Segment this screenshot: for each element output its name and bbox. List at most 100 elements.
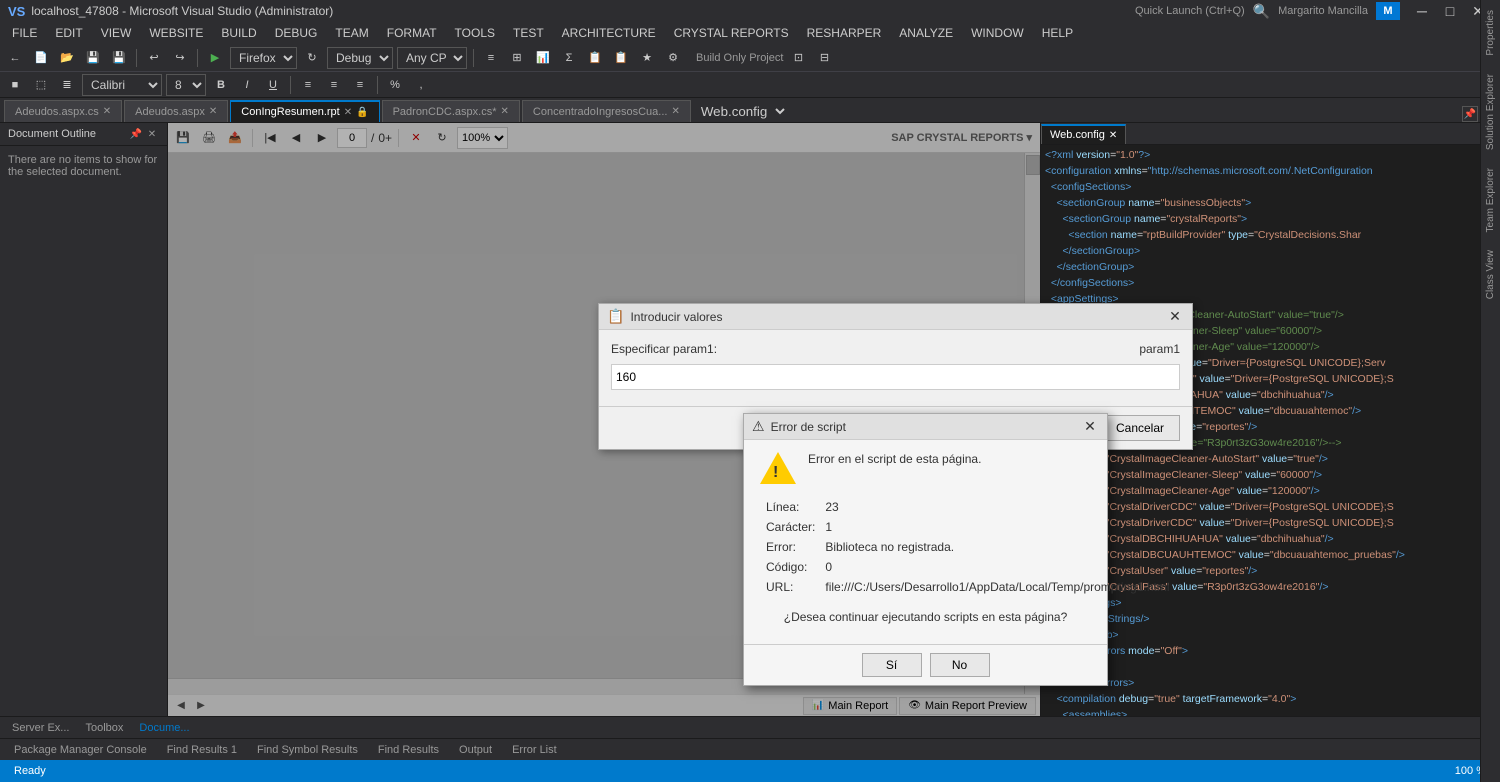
close-tab-icon[interactable]: ✕ [501, 106, 509, 117]
find-symbol-tab[interactable]: Find Symbol Results [251, 742, 364, 758]
close-tab-icon[interactable]: ✕ [671, 106, 679, 117]
dialog-error-close-btn[interactable]: ✕ [1081, 418, 1099, 436]
menu-resharper[interactable]: RESHARPER [799, 22, 890, 44]
menu-architecture[interactable]: ARCHITECTURE [554, 22, 664, 44]
tab-padroncdc[interactable]: PadronCDC.aspx.cs* ✕ [382, 100, 520, 122]
warning-icon [760, 452, 796, 484]
redo-btn[interactable]: ↪ [169, 47, 191, 69]
output-tab[interactable]: Output [453, 742, 498, 758]
toolbar-icon8[interactable]: ⚙ [662, 47, 684, 69]
panel-pin-btn[interactable]: 📌 [1462, 106, 1478, 122]
menu-website[interactable]: WEBSITE [141, 22, 211, 44]
cpu-dropdown[interactable]: Any CPU [397, 47, 467, 69]
user-avatar[interactable]: M [1376, 2, 1400, 20]
menu-crystal-reports[interactable]: CRYSTAL REPORTS [666, 22, 797, 44]
menu-edit[interactable]: EDIT [47, 22, 90, 44]
refresh-btn[interactable]: ↻ [301, 47, 323, 69]
minimize-button[interactable]: ─ [1408, 0, 1436, 22]
comma-btn[interactable]: , [410, 74, 432, 96]
menu-test[interactable]: TEST [505, 22, 552, 44]
menu-team[interactable]: TEAM [327, 22, 376, 44]
no-button[interactable]: No [930, 653, 990, 677]
bold-btn[interactable]: B [210, 74, 232, 96]
status-text[interactable]: Ready [8, 765, 52, 777]
webconfig-tab-close[interactable]: ✕ [1109, 130, 1117, 141]
param-input[interactable] [611, 364, 1180, 390]
back-btn[interactable]: ← [4, 47, 26, 69]
size-dropdown[interactable]: 8 [166, 74, 206, 96]
browser-dropdown[interactable]: Firefox [230, 47, 297, 69]
tab-coningresumen[interactable]: ConIngResumen.rpt ✕ 🔒 [230, 100, 379, 122]
error-row-caracter: Carácter: 1 [762, 518, 1174, 536]
save-all-btn[interactable]: 💾 [108, 47, 130, 69]
menu-analyze[interactable]: ANALYZE [891, 22, 961, 44]
linea-label: Línea: [762, 498, 819, 516]
toolbar-icon4[interactable]: Σ [558, 47, 580, 69]
error-content: Error en el script de esta página. Línea… [744, 440, 1107, 644]
menu-window[interactable]: WINDOW [963, 22, 1032, 44]
properties-tab[interactable]: Properties [1483, 2, 1498, 64]
close-tab-icon[interactable]: ✕ [103, 106, 111, 117]
panel-close-icon[interactable]: ✕ [145, 127, 159, 141]
align-left-btn[interactable]: ≡ [297, 74, 319, 96]
underline-btn[interactable]: U [262, 74, 284, 96]
debug-dropdown[interactable]: Debug [327, 47, 393, 69]
toolbar-icon3[interactable]: 📊 [532, 47, 554, 69]
class-view-tab[interactable]: Class View [1483, 242, 1498, 307]
bottom-tab-server[interactable]: Server Ex... [8, 720, 73, 736]
team-explorer-tab[interactable]: Team Explorer [1483, 160, 1498, 240]
package-manager-tab[interactable]: Package Manager Console [8, 742, 153, 758]
search-icon[interactable]: 🔍 [1253, 3, 1270, 20]
menu-view[interactable]: VIEW [93, 22, 140, 44]
code-line: </customErrors> [1045, 677, 1496, 693]
solution-explorer-tab[interactable]: Solution Explorer [1483, 66, 1498, 158]
undo-btn[interactable]: ↩ [143, 47, 165, 69]
close-tab-icon[interactable]: ✕ [209, 106, 217, 117]
toolbar-icon10[interactable]: ⊟ [813, 47, 835, 69]
tab-concentrado[interactable]: ConcentradoIngresosCua... ✕ [522, 100, 691, 122]
toolbar-icon9[interactable]: ⊡ [787, 47, 809, 69]
toolbar-icon1[interactable]: ≡ [480, 47, 502, 69]
error-row-linea: Línea: 23 [762, 498, 1174, 516]
code-line: </configSections> [1045, 277, 1496, 293]
menu-debug[interactable]: DEBUG [267, 22, 326, 44]
find-results-1-tab[interactable]: Find Results 1 [161, 742, 243, 758]
open-btn[interactable]: 📂 [56, 47, 78, 69]
toolbar-icon2[interactable]: ⊞ [506, 47, 528, 69]
font-dropdown[interactable]: Calibri [82, 74, 162, 96]
bottom-tab-toolbox[interactable]: Toolbox [81, 720, 127, 736]
cancel-button[interactable]: Cancelar [1100, 415, 1180, 441]
run-btn[interactable]: ▶ [204, 47, 226, 69]
save-btn[interactable]: 💾 [82, 47, 104, 69]
tab-adeudos-aspx[interactable]: Adeudos.aspx ✕ [124, 100, 228, 122]
error-list-tab[interactable]: Error List [506, 742, 563, 758]
close-tab-icon[interactable]: ✕ [344, 107, 352, 118]
toolbar-icon5[interactable]: 📋 [584, 47, 606, 69]
dialog-param-close-btn[interactable]: ✕ [1166, 308, 1184, 326]
si-button[interactable]: Sí [862, 653, 922, 677]
new-project-btn[interactable]: 📄 [30, 47, 52, 69]
text-btn3[interactable]: ≣ [56, 74, 78, 96]
align-center-btn[interactable]: ≡ [323, 74, 345, 96]
dialog-param-content: Especificar param1: param1 [599, 330, 1192, 406]
menu-file[interactable]: FILE [4, 22, 45, 44]
toolbar-icon6[interactable]: 📋 [610, 47, 632, 69]
menu-format[interactable]: FORMAT [379, 22, 445, 44]
text-btn2[interactable]: ⬚ [30, 74, 52, 96]
panel-pin-icon[interactable]: 📌 [129, 127, 143, 141]
menu-build[interactable]: BUILD [213, 22, 264, 44]
bottom-tab-document[interactable]: Docume... [135, 720, 193, 736]
italic-btn[interactable]: I [236, 74, 258, 96]
toolbar-icon7[interactable]: ★ [636, 47, 658, 69]
maximize-button[interactable]: □ [1436, 0, 1464, 22]
codigo-value: 0 [821, 558, 1173, 576]
find-results-tab[interactable]: Find Results [372, 742, 445, 758]
tab-overflow-btn[interactable]: Web.config [693, 101, 788, 122]
tab-webconfig[interactable]: Web.config ✕ [1041, 124, 1126, 144]
menu-tools[interactable]: TOOLS [447, 22, 503, 44]
tab-adeudos-cs[interactable]: Adeudos.aspx.cs ✕ [4, 100, 122, 122]
percent-btn[interactable]: % [384, 74, 406, 96]
text-btn1[interactable]: ■ [4, 74, 26, 96]
menu-help[interactable]: HELP [1034, 22, 1081, 44]
align-right-btn[interactable]: ≡ [349, 74, 371, 96]
